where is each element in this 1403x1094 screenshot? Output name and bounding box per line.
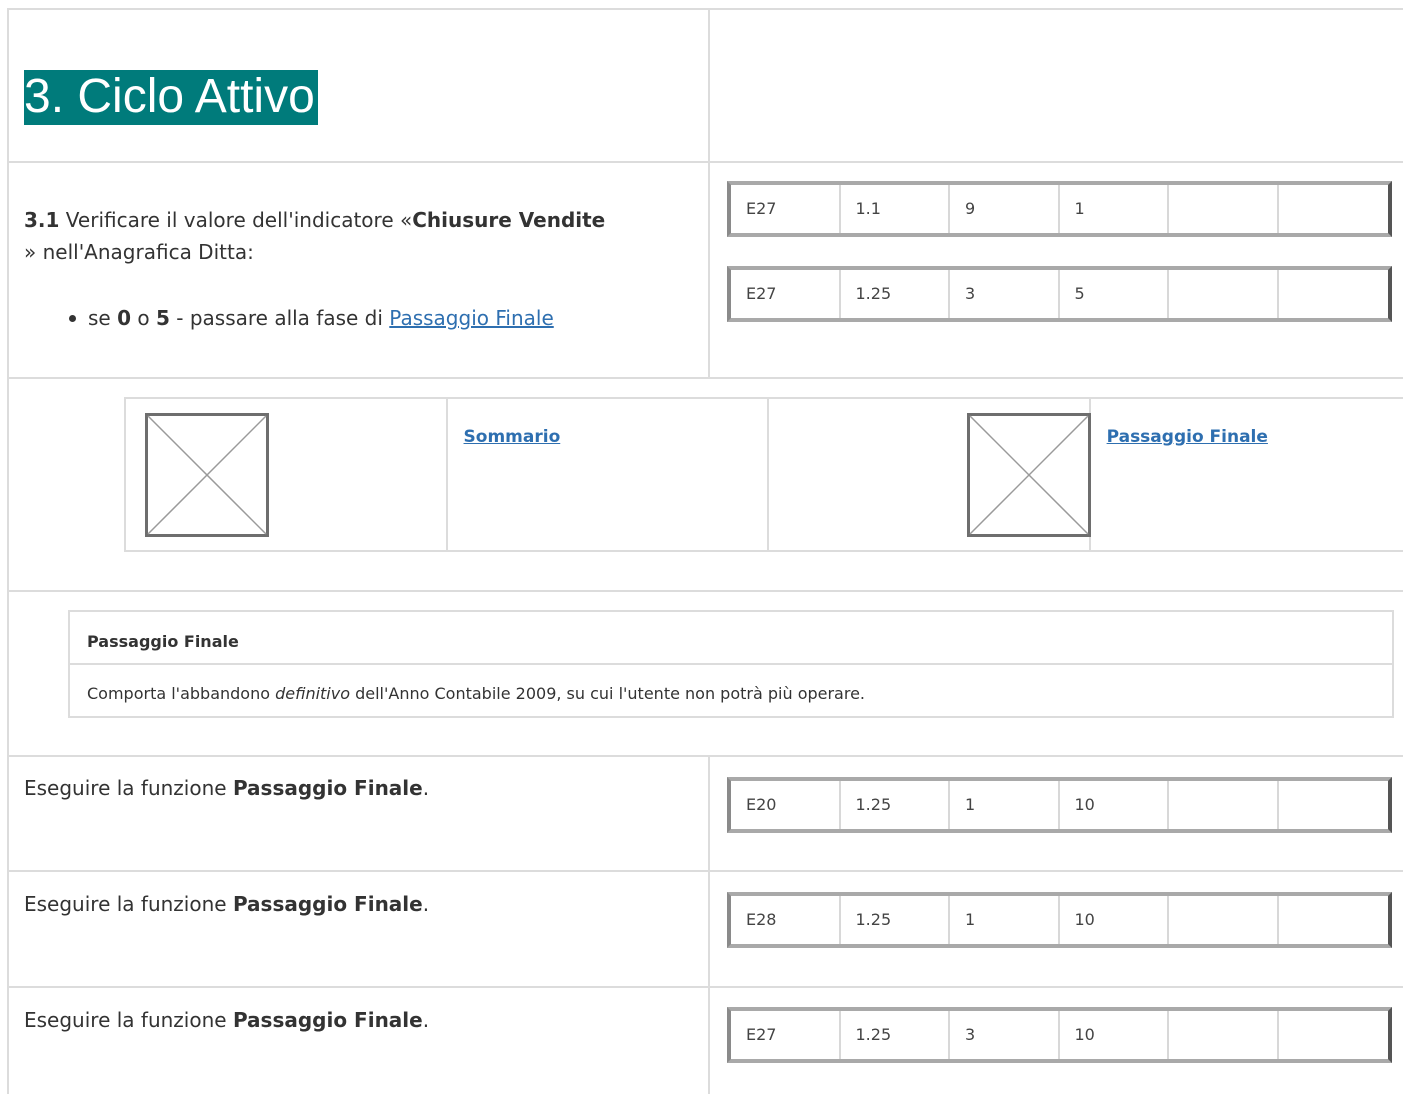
step-text-end: . (422, 776, 430, 800)
bullet-prefix: se (88, 306, 118, 330)
code-cell (1279, 781, 1388, 829)
step-number: 3.1 (24, 208, 60, 232)
passaggio-finale-link[interactable]: Passaggio Finale (389, 306, 553, 330)
bullet-middle: - passare alla fase di (169, 306, 390, 330)
step-text-end: . (422, 1008, 430, 1032)
code-cell (1169, 896, 1279, 944)
bullet-value-b: 5 (155, 306, 170, 330)
function-name: Passaggio Finale (232, 776, 423, 800)
note-body-before: Comporta l'abbandono (87, 684, 276, 703)
code-cell (1169, 185, 1279, 233)
code-cell: 10 (1060, 896, 1169, 944)
passaggio-finale-nav-link[interactable]: Passaggio Finale (1107, 427, 1268, 447)
code-cell (1279, 896, 1388, 944)
code-cell: E20 (731, 781, 841, 829)
code-cell: 1 (1060, 185, 1169, 233)
row-divider (7, 870, 1403, 872)
code-cell: E28 (731, 896, 841, 944)
row-divider (7, 755, 1403, 757)
nav-cell-prev-label: Sommario (448, 399, 770, 550)
code-cell (1279, 270, 1388, 318)
bullet-item: se 0 o 5 - passare alla fase di Passaggi… (88, 302, 554, 334)
nav-cell-next-label: Passaggio Finale (1091, 399, 1403, 550)
navigation-table: Sommario Passaggio Finale (124, 397, 1403, 552)
step-text: Eseguire la funzione Passaggio Finale. (24, 888, 429, 920)
code-cell: 10 (1060, 781, 1169, 829)
row-divider (7, 986, 1403, 988)
code-cell: 1.25 (841, 896, 950, 944)
code-row: E28 1.25 1 10 (727, 892, 1392, 948)
note-box: Passaggio Finale Comporta l'abbandono de… (68, 610, 1394, 718)
broken-image-icon[interactable] (967, 413, 1092, 537)
code-cell: E27 (731, 185, 841, 233)
code-row: E27 1.25 3 10 (727, 1007, 1392, 1063)
step-text-prefix: Eseguire la funzione (24, 1008, 233, 1032)
bullet-value-a: 0 (117, 306, 132, 330)
step-text-end: . (422, 892, 430, 916)
section-title: 3. Ciclo Attivo (24, 70, 318, 125)
indicator-name: Chiusure Vendite (412, 208, 606, 232)
code-row: E20 1.25 1 10 (727, 777, 1392, 833)
code-cell (1279, 1011, 1388, 1059)
code-cell: 1.25 (841, 1011, 950, 1059)
function-name: Passaggio Finale (232, 892, 423, 916)
note-body-emphasis: definitivo (275, 684, 351, 703)
code-cell: 10 (1060, 1011, 1169, 1059)
function-name: Passaggio Finale (232, 1008, 423, 1032)
step-text-before: Verificare il valore dell'indicatore « (59, 208, 413, 232)
table-border-left (7, 8, 9, 1094)
code-cell (1279, 185, 1388, 233)
step-text: Eseguire la funzione Passaggio Finale. (24, 1004, 429, 1036)
code-cell (1169, 1011, 1279, 1059)
code-row: E27 1.25 3 5 (727, 266, 1392, 322)
document-page: 3. Ciclo Attivo 3.1 Verificare il valore… (0, 0, 1403, 1094)
code-cell: 1.25 (841, 270, 950, 318)
column-divider (708, 8, 710, 378)
note-divider (70, 663, 1392, 665)
bullet-conj: o (131, 306, 156, 330)
code-cell: 3 (950, 1011, 1060, 1059)
code-cell: 1.25 (841, 781, 950, 829)
code-cell: 9 (950, 185, 1060, 233)
nav-cell-prev-image (126, 399, 448, 550)
bullet-icon (69, 315, 76, 322)
code-cell: 3 (950, 270, 1060, 318)
code-row: E27 1.1 9 1 (727, 181, 1392, 237)
nav-cell-next-image (769, 399, 1092, 550)
note-title: Passaggio Finale (87, 632, 239, 651)
code-cell (1169, 270, 1279, 318)
code-cell: 1.1 (841, 185, 950, 233)
row-divider (7, 590, 1403, 592)
code-cell: 1 (950, 781, 1060, 829)
sommario-link[interactable]: Sommario (464, 427, 561, 447)
row-divider (7, 161, 1403, 163)
step-text-prefix: Eseguire la funzione (24, 776, 233, 800)
code-cell: 5 (1060, 270, 1169, 318)
step-text-after: » nell'Anagrafica Ditta: (24, 240, 254, 264)
step-3-1-text: 3.1 Verificare il valore dell'indicatore… (24, 204, 696, 268)
code-cell: E27 (731, 1011, 841, 1059)
step-text-prefix: Eseguire la funzione (24, 892, 233, 916)
broken-image-icon[interactable] (145, 413, 269, 537)
table-border-top (7, 8, 1403, 10)
column-divider (708, 755, 710, 1094)
note-body: Comporta l'abbandono definitivo dell'Ann… (87, 684, 865, 703)
row-divider (7, 377, 1403, 379)
code-cell: E27 (731, 270, 841, 318)
code-cell (1169, 781, 1279, 829)
code-cell: 1 (950, 896, 1060, 944)
note-body-after: dell'Anno Contabile 2009, su cui l'utent… (350, 684, 866, 703)
step-text: Eseguire la funzione Passaggio Finale. (24, 772, 429, 804)
